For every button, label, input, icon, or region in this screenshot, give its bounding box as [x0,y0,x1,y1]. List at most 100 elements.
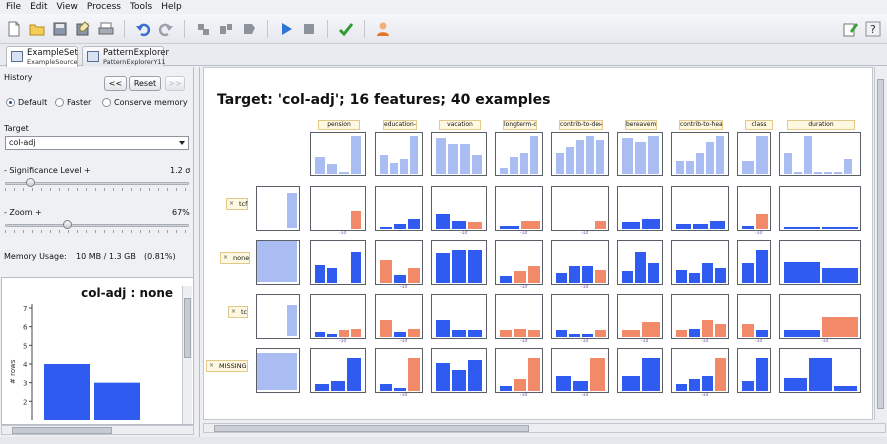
pattern-cell[interactable] [310,240,366,285]
tab-exampleset[interactable]: ExampleSet ExampleSource [6,46,78,67]
pattern-cell[interactable]: -1σ [495,186,543,236]
pattern-cell[interactable]: -1σ [310,186,366,236]
close-icon[interactable]: × [209,361,214,371]
pattern-cell[interactable] [779,186,861,231]
menu-edit[interactable]: Edit [30,0,47,14]
column-header-1[interactable]: pension [318,120,360,130]
pattern-cell[interactable]: -1σ [779,294,861,344]
column-header-3[interactable]: vacation [439,120,481,130]
zoom-slider[interactable] [5,219,189,233]
significance-slider[interactable] [5,177,189,191]
column-header-4[interactable]: longterm-di... [503,120,537,130]
edit-note-icon[interactable] [842,21,858,37]
pattern-cell[interactable]: -1σ [375,348,423,398]
pattern-cell[interactable] [617,240,663,285]
column-header-6[interactable]: bereavemen... [625,120,657,130]
save-as-icon[interactable] [75,21,91,37]
row-header-2[interactable]: × none [220,252,251,264]
pattern-cell[interactable]: -1σ [375,240,423,290]
slider-thumb[interactable] [26,178,35,187]
scrollbar-thumb[interactable] [877,79,884,409]
pattern-cell[interactable] [310,348,366,393]
menu-tools[interactable]: Tools [130,0,152,14]
pattern-cell[interactable]: -1σ [551,186,609,236]
mode-faster-radio[interactable]: Faster [55,98,91,107]
column-header-7[interactable]: contrib-to-healt... [679,120,723,130]
pattern-cell[interactable] [431,294,487,339]
pattern-cell[interactable]: -1σ [431,186,487,236]
overall-distribution-cell[interactable] [617,132,663,176]
open-folder-icon[interactable] [29,21,45,37]
pattern-cell[interactable] [779,240,861,285]
row-header-1[interactable]: × tcf [226,198,249,210]
pattern-cell[interactable]: -1σ [617,294,663,344]
left-horizontal-scrollbar[interactable] [1,425,194,435]
menu-file[interactable]: File [6,0,21,14]
slider-thumb[interactable] [63,220,72,229]
scrollbar-thumb[interactable] [184,298,191,358]
pattern-cell[interactable]: -1σ [737,294,771,344]
overall-distribution-cell[interactable] [737,132,771,176]
column-header-9[interactable]: duration [787,120,855,130]
pattern-cell[interactable]: -1σ [671,294,729,344]
validate-check-icon[interactable] [338,21,354,37]
run-icon[interactable] [278,21,294,37]
overall-distribution-cell[interactable] [375,132,423,176]
undo-icon[interactable] [135,21,151,37]
pattern-cell[interactable] [737,240,771,285]
shape-b-icon[interactable] [218,21,234,37]
pattern-cell[interactable]: -1σ [495,240,543,290]
menu-help[interactable]: Help [161,0,182,14]
scrollbar-thumb[interactable] [214,425,529,432]
main-vertical-scrollbar[interactable] [874,67,886,420]
save-icon[interactable] [52,21,68,37]
new-file-icon[interactable] [6,21,22,37]
menu-view[interactable]: View [57,0,78,14]
overall-distribution-cell[interactable] [779,132,861,176]
shape-a-icon[interactable] [195,21,211,37]
close-icon[interactable]: × [231,307,236,317]
pattern-cell[interactable]: -1σ [551,348,609,398]
column-header-8[interactable]: class [745,120,773,130]
close-icon[interactable]: × [223,253,228,263]
target-select[interactable]: col-adj [5,136,189,150]
pattern-cell[interactable]: -1σ [495,294,543,344]
menu-process[interactable]: Process [87,0,121,14]
overall-distribution-cell[interactable] [310,132,366,176]
pattern-cell[interactable] [779,348,861,393]
overall-distribution-cell[interactable] [551,132,609,176]
shape-c-icon[interactable] [241,21,257,37]
histogram-vertical-scrollbar[interactable] [182,286,192,424]
overall-distribution-cell[interactable] [495,132,543,176]
tab-patternexplorer[interactable]: PatternExplorer PatternExplorerY11 [82,46,169,66]
column-header-2[interactable]: education-... [383,120,417,130]
overall-distribution-cell[interactable] [431,132,487,176]
overall-distribution-cell[interactable] [671,132,729,176]
row-header-3[interactable]: × tc [228,306,249,318]
mode-default-radio[interactable]: Default [6,98,47,107]
pattern-cell[interactable] [737,348,771,393]
pattern-cell[interactable]: -1σ [737,186,771,236]
pattern-cell[interactable]: -1σ [310,294,366,344]
pattern-cell[interactable] [671,240,729,285]
scrollbar-thumb[interactable] [12,427,112,434]
reset-button[interactable]: Reset [129,76,161,91]
column-header-5[interactable]: contrib-to-dента... [559,120,603,130]
redo-icon[interactable] [158,21,174,37]
pattern-cell[interactable]: -1σ [551,240,609,290]
history-back-button[interactable]: << [104,76,127,91]
pattern-cell[interactable] [617,348,663,393]
close-icon[interactable]: × [229,199,234,209]
pattern-cell[interactable] [375,186,423,231]
user-icon[interactable] [375,21,391,37]
pattern-cell[interactable]: -1σ [375,294,423,344]
row-header-4[interactable]: × MISSING [206,360,248,372]
print-icon[interactable] [98,21,114,37]
pattern-cell[interactable]: -1σ [495,348,543,398]
help-icon[interactable]: ? [865,21,881,37]
pattern-cell[interactable] [431,240,487,285]
pattern-cell[interactable] [671,186,729,231]
pattern-cell[interactable]: -1σ [671,348,729,398]
pattern-cell[interactable] [617,186,663,231]
pattern-cell[interactable] [431,348,487,393]
